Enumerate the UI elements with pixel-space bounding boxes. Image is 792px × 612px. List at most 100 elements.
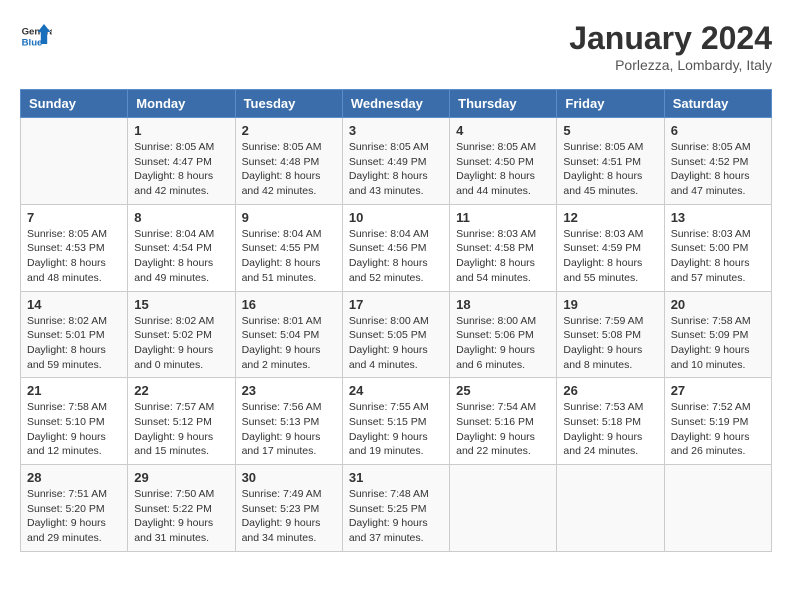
- col-tuesday: Tuesday: [235, 90, 342, 118]
- day-info: Sunrise: 8:02 AMSunset: 5:02 PMDaylight:…: [134, 314, 228, 373]
- day-number: 3: [349, 123, 443, 138]
- calendar-cell: 1 Sunrise: 8:05 AMSunset: 4:47 PMDaylight…: [128, 118, 235, 205]
- calendar-cell: [450, 465, 557, 552]
- calendar-cell: [557, 465, 664, 552]
- calendar-cell: 19 Sunrise: 7:59 AMSunset: 5:08 PMDayligh…: [557, 291, 664, 378]
- day-info: Sunrise: 7:53 AMSunset: 5:18 PMDaylight:…: [563, 400, 657, 459]
- day-number: 15: [134, 297, 228, 312]
- calendar-cell: 20 Sunrise: 7:58 AMSunset: 5:09 PMDayligh…: [664, 291, 771, 378]
- location-subtitle: Porlezza, Lombardy, Italy: [569, 57, 772, 73]
- calendar-cell: 21 Sunrise: 7:58 AMSunset: 5:10 PMDayligh…: [21, 378, 128, 465]
- day-info: Sunrise: 8:03 AMSunset: 4:58 PMDaylight:…: [456, 227, 550, 286]
- day-info: Sunrise: 7:50 AMSunset: 5:22 PMDaylight:…: [134, 487, 228, 546]
- calendar-cell: 10Sunrise: 8:04 AMSunset: 4:56 PMDayligh…: [342, 204, 449, 291]
- day-number: 2: [242, 123, 336, 138]
- day-number: 25: [456, 383, 550, 398]
- calendar-cell: 3 Sunrise: 8:05 AMSunset: 4:49 PMDaylight…: [342, 118, 449, 205]
- day-number: 6: [671, 123, 765, 138]
- day-number: 4: [456, 123, 550, 138]
- day-info: Sunrise: 8:04 AMSunset: 4:54 PMDaylight:…: [134, 227, 228, 286]
- day-number: 11: [456, 210, 550, 225]
- col-thursday: Thursday: [450, 90, 557, 118]
- day-info: Sunrise: 7:51 AMSunset: 5:20 PMDaylight:…: [27, 487, 121, 546]
- day-info: Sunrise: 7:52 AMSunset: 5:19 PMDaylight:…: [671, 400, 765, 459]
- day-number: 8: [134, 210, 228, 225]
- day-info: Sunrise: 7:58 AMSunset: 5:10 PMDaylight:…: [27, 400, 121, 459]
- day-number: 24: [349, 383, 443, 398]
- day-info: Sunrise: 7:49 AMSunset: 5:23 PMDaylight:…: [242, 487, 336, 546]
- day-info: Sunrise: 7:48 AMSunset: 5:25 PMDaylight:…: [349, 487, 443, 546]
- day-info: Sunrise: 7:59 AMSunset: 5:08 PMDaylight:…: [563, 314, 657, 373]
- calendar-cell: 14 Sunrise: 8:02 AMSunset: 5:01 PMDayligh…: [21, 291, 128, 378]
- calendar-cell: 16 Sunrise: 8:01 AMSunset: 5:04 PMDayligh…: [235, 291, 342, 378]
- day-number: 27: [671, 383, 765, 398]
- day-number: 18: [456, 297, 550, 312]
- day-number: 5: [563, 123, 657, 138]
- week-row-1: 1 Sunrise: 8:05 AMSunset: 4:47 PMDaylight…: [21, 118, 772, 205]
- calendar-cell: 27 Sunrise: 7:52 AMSunset: 5:19 PMDayligh…: [664, 378, 771, 465]
- day-info: Sunrise: 7:55 AMSunset: 5:15 PMDaylight:…: [349, 400, 443, 459]
- day-info: Sunrise: 8:05 AMSunset: 4:50 PMDaylight:…: [456, 140, 550, 199]
- week-row-4: 21 Sunrise: 7:58 AMSunset: 5:10 PMDayligh…: [21, 378, 772, 465]
- day-info: Sunrise: 8:01 AMSunset: 5:04 PMDaylight:…: [242, 314, 336, 373]
- day-number: 9: [242, 210, 336, 225]
- day-info: Sunrise: 7:56 AMSunset: 5:13 PMDaylight:…: [242, 400, 336, 459]
- calendar-table: Sunday Monday Tuesday Wednesday Thursday…: [20, 89, 772, 552]
- calendar-cell: 22Sunrise: 7:57 AMSunset: 5:12 PMDayligh…: [128, 378, 235, 465]
- calendar-cell: 18 Sunrise: 8:00 AMSunset: 5:06 PMDayligh…: [450, 291, 557, 378]
- day-number: 20: [671, 297, 765, 312]
- day-number: 31: [349, 470, 443, 485]
- day-number: 30: [242, 470, 336, 485]
- calendar-cell: 23 Sunrise: 7:56 AMSunset: 5:13 PMDayligh…: [235, 378, 342, 465]
- day-number: 16: [242, 297, 336, 312]
- day-info: Sunrise: 7:54 AMSunset: 5:16 PMDaylight:…: [456, 400, 550, 459]
- logo: General Blue: [20, 20, 52, 52]
- day-info: Sunrise: 8:05 AMSunset: 4:48 PMDaylight:…: [242, 140, 336, 199]
- day-number: 22: [134, 383, 228, 398]
- calendar-cell: 17 Sunrise: 8:00 AMSunset: 5:05 PMDayligh…: [342, 291, 449, 378]
- calendar-cell: 24 Sunrise: 7:55 AMSunset: 5:15 PMDayligh…: [342, 378, 449, 465]
- calendar-cell: 11 Sunrise: 8:03 AMSunset: 4:58 PMDayligh…: [450, 204, 557, 291]
- day-number: 19: [563, 297, 657, 312]
- day-number: 1: [134, 123, 228, 138]
- calendar-cell: 28Sunrise: 7:51 AMSunset: 5:20 PMDayligh…: [21, 465, 128, 552]
- day-number: 26: [563, 383, 657, 398]
- logo-icon: General Blue: [20, 20, 52, 52]
- day-info: Sunrise: 8:05 AMSunset: 4:52 PMDaylight:…: [671, 140, 765, 199]
- calendar-cell: 31 Sunrise: 7:48 AMSunset: 5:25 PMDayligh…: [342, 465, 449, 552]
- svg-text:Blue: Blue: [22, 38, 43, 49]
- day-number: 12: [563, 210, 657, 225]
- day-info: Sunrise: 7:58 AMSunset: 5:09 PMDaylight:…: [671, 314, 765, 373]
- col-wednesday: Wednesday: [342, 90, 449, 118]
- day-info: Sunrise: 8:00 AMSunset: 5:05 PMDaylight:…: [349, 314, 443, 373]
- page-header: General Blue January 2024 Porlezza, Lomb…: [20, 20, 772, 73]
- calendar-cell: 25 Sunrise: 7:54 AMSunset: 5:16 PMDayligh…: [450, 378, 557, 465]
- day-number: 17: [349, 297, 443, 312]
- calendar-cell: [21, 118, 128, 205]
- day-number: 14: [27, 297, 121, 312]
- calendar-cell: 15 Sunrise: 8:02 AMSunset: 5:02 PMDayligh…: [128, 291, 235, 378]
- day-info: Sunrise: 8:04 AMSunset: 4:56 PMDaylight:…: [349, 227, 443, 286]
- day-number: 23: [242, 383, 336, 398]
- calendar-cell: 29Sunrise: 7:50 AMSunset: 5:22 PMDayligh…: [128, 465, 235, 552]
- calendar-cell: 4 Sunrise: 8:05 AMSunset: 4:50 PMDaylight…: [450, 118, 557, 205]
- week-row-3: 14 Sunrise: 8:02 AMSunset: 5:01 PMDayligh…: [21, 291, 772, 378]
- calendar-header-row: Sunday Monday Tuesday Wednesday Thursday…: [21, 90, 772, 118]
- calendar-cell: 12Sunrise: 8:03 AMSunset: 4:59 PMDayligh…: [557, 204, 664, 291]
- col-friday: Friday: [557, 90, 664, 118]
- day-info: Sunrise: 8:03 AMSunset: 5:00 PMDaylight:…: [671, 227, 765, 286]
- calendar-cell: 13Sunrise: 8:03 AMSunset: 5:00 PMDayligh…: [664, 204, 771, 291]
- day-info: Sunrise: 8:05 AMSunset: 4:47 PMDaylight:…: [134, 140, 228, 199]
- day-info: Sunrise: 8:05 AMSunset: 4:49 PMDaylight:…: [349, 140, 443, 199]
- day-info: Sunrise: 8:04 AMSunset: 4:55 PMDaylight:…: [242, 227, 336, 286]
- day-number: 7: [27, 210, 121, 225]
- day-info: Sunrise: 8:00 AMSunset: 5:06 PMDaylight:…: [456, 314, 550, 373]
- calendar-cell: 8 Sunrise: 8:04 AMSunset: 4:54 PMDaylight…: [128, 204, 235, 291]
- week-row-2: 7Sunrise: 8:05 AMSunset: 4:53 PMDaylight…: [21, 204, 772, 291]
- col-sunday: Sunday: [21, 90, 128, 118]
- day-info: Sunrise: 8:02 AMSunset: 5:01 PMDaylight:…: [27, 314, 121, 373]
- day-number: 21: [27, 383, 121, 398]
- day-info: Sunrise: 8:05 AMSunset: 4:51 PMDaylight:…: [563, 140, 657, 199]
- week-row-5: 28Sunrise: 7:51 AMSunset: 5:20 PMDayligh…: [21, 465, 772, 552]
- calendar-cell: 9 Sunrise: 8:04 AMSunset: 4:55 PMDaylight…: [235, 204, 342, 291]
